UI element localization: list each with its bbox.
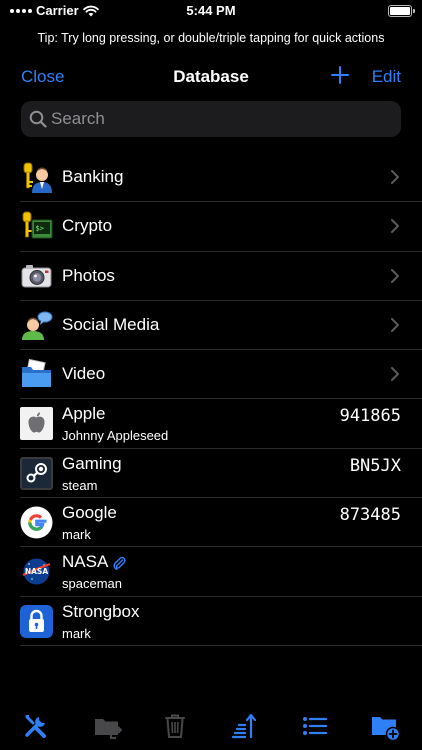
entry-title: Apple <box>62 404 106 424</box>
entry-title: Strongbox <box>62 601 140 621</box>
sort-icon[interactable] <box>229 711 259 741</box>
strongbox-icon <box>20 604 53 638</box>
chevron-right-icon <box>391 367 399 382</box>
steam-icon <box>20 456 53 490</box>
banking-icon <box>23 162 52 193</box>
clock: 5:44 PM <box>186 3 236 18</box>
entry-row-google[interactable]: Google mark 873485 <box>0 498 422 548</box>
group-label: Video <box>62 364 106 384</box>
chevron-right-icon <box>391 317 399 332</box>
move-folder-icon <box>95 719 123 739</box>
bottom-toolbar <box>0 705 422 750</box>
otp-code[interactable]: 873485 <box>340 505 401 525</box>
group-row-video[interactable]: Video <box>0 350 422 400</box>
entry-row-gaming[interactable]: Gaming steam BN5JX <box>0 449 422 499</box>
chevron-right-icon <box>391 268 399 283</box>
google-icon <box>20 506 53 539</box>
svg-text:NASA: NASA <box>25 567 48 576</box>
paperclip-icon <box>113 557 126 571</box>
group-label: Photos <box>62 265 115 285</box>
otp-code[interactable]: BN5JX <box>350 456 401 476</box>
entry-row-apple[interactable]: Apple Johnny Appleseed 941865 <box>0 399 422 450</box>
entry-username: steam <box>62 477 98 493</box>
search-icon <box>29 110 47 128</box>
entry-username: mark <box>62 527 91 543</box>
list-icon[interactable] <box>300 711 330 741</box>
entry-username: spaceman <box>62 576 122 592</box>
group-row-social-media[interactable]: Social Media <box>0 301 422 351</box>
database-list: Banking $> Crypto Photos Social Media Vi… <box>0 153 422 647</box>
group-row-photos[interactable]: Photos <box>0 252 422 302</box>
edit-button[interactable]: Edit <box>372 67 401 87</box>
nasa-icon: NASA <box>22 558 51 585</box>
group-row-crypto[interactable]: $> Crypto <box>0 202 422 252</box>
settings-icon[interactable] <box>21 711 51 741</box>
trash-icon <box>165 714 185 738</box>
otp-code[interactable]: 941865 <box>340 406 401 426</box>
social-icon <box>22 311 53 340</box>
search-input[interactable] <box>51 101 391 137</box>
entry-title: Google <box>62 503 117 523</box>
apple-icon <box>20 407 53 441</box>
group-label: Social Media <box>62 314 160 334</box>
entry-title: Gaming <box>62 453 122 473</box>
folder-icon <box>22 359 51 388</box>
crypto-icon: $> <box>22 211 53 239</box>
entry-username: Johnny Appleseed <box>62 428 169 444</box>
entry-username: mark <box>62 625 91 641</box>
search-bar[interactable] <box>21 101 401 137</box>
battery-icon <box>388 5 415 17</box>
chevron-right-icon <box>391 219 399 234</box>
status-bar: Carrier 5:44 PM <box>0 0 422 24</box>
chevron-right-icon <box>391 170 399 184</box>
camera-icon <box>21 264 52 288</box>
add-button[interactable] <box>328 63 352 87</box>
entry-row-nasa[interactable]: NASA NASA spaceman <box>0 547 422 597</box>
page-title: Database <box>173 67 249 86</box>
entry-row-strongbox[interactable]: Strongbox mark <box>0 597 422 647</box>
group-label: Crypto <box>62 216 113 236</box>
navigation-bar: Close Database Edit <box>0 62 422 94</box>
svg-text:$>: $> <box>36 225 44 233</box>
new-folder-icon[interactable] <box>370 711 400 741</box>
entry-title: NASA <box>62 552 109 572</box>
group-row-banking[interactable]: Banking <box>0 153 422 203</box>
tip-text: Tip: Try long pressing, or double/triple… <box>37 31 385 45</box>
group-label: Banking <box>62 167 124 186</box>
